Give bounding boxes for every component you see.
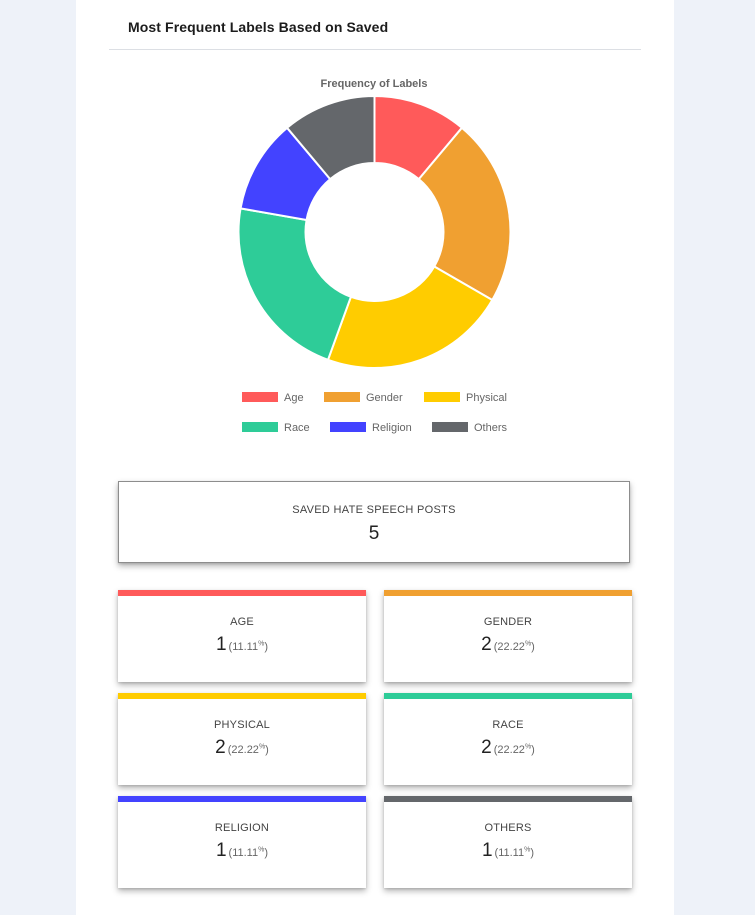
stat-value-line: 1 (11.11%) — [384, 840, 632, 862]
legend-swatch — [242, 422, 278, 432]
stat-count: 1 — [215, 840, 227, 861]
saved-posts-label: SAVED HATE SPEECH POSTS — [292, 504, 456, 516]
stat-count: 2 — [215, 737, 226, 758]
legend-item-age[interactable]: Age — [242, 392, 304, 404]
stat-percent: (11.11%) — [228, 640, 269, 653]
stat-count: 2 — [481, 737, 492, 758]
slice-race[interactable] — [237, 207, 353, 362]
legend-label: Race — [284, 422, 310, 434]
stat-label: PHYSICAL — [213, 719, 270, 731]
legend-label: Gender — [366, 392, 403, 404]
legend-item-gender[interactable]: Gender — [324, 392, 403, 404]
legend-item-others[interactable]: Others — [432, 422, 508, 434]
legend-label: Religion — [372, 422, 412, 434]
stat-percent: (22.22%) — [493, 640, 535, 653]
legend-label: Age — [284, 392, 304, 404]
legend-item-religion[interactable]: Religion — [330, 422, 412, 434]
chart-title: Frequency of Labels — [321, 78, 428, 90]
stat-value-line: 2 (22.22%) — [384, 737, 632, 759]
stat-label: OTHERS — [484, 822, 532, 834]
stat-count: 1 — [215, 634, 227, 655]
legend-swatch — [242, 392, 278, 402]
stat-label: RELIGION — [214, 822, 270, 834]
stat-count: 2 — [481, 634, 492, 655]
stat-value-line: 2 (22.22%) — [118, 737, 366, 759]
stat-percent: (11.11%) — [494, 846, 535, 859]
legend-swatch — [330, 422, 366, 432]
stat-count: 1 — [481, 840, 493, 861]
frequency-donut-chart: Frequency of Labels Age Gender Physical Rac… — [237, 78, 512, 434]
stat-percent: (22.22%) — [227, 743, 269, 756]
legend-label: Physical — [466, 392, 507, 404]
stat-card-others: OTHERS 1 (11.11%) — [384, 796, 632, 888]
stat-card-physical: PHYSICAL 2 (22.22%) — [118, 693, 366, 785]
stat-value-line: 1 (11.11%) — [118, 634, 366, 656]
stat-card-race: RACE 2 (22.22%) — [384, 693, 632, 785]
stat-label: RACE — [492, 719, 524, 731]
saved-posts-card: SAVED HATE SPEECH POSTS 5 — [118, 481, 630, 563]
stat-percent: (22.22%) — [493, 743, 535, 756]
saved-posts-count: 5 — [368, 523, 380, 544]
labels-panel: Most Frequent Labels Based on Saved Freq… — [76, 0, 674, 915]
stat-value-line: 1 (11.11%) — [118, 840, 366, 862]
legend-swatch — [432, 422, 468, 432]
stat-card-age: AGE 1 (11.11%) — [118, 590, 366, 682]
legend-item-physical[interactable]: Physical — [424, 392, 507, 404]
stat-label: AGE — [230, 616, 254, 628]
stat-card-gender: GENDER 2 (22.22%) — [384, 590, 632, 682]
legend-item-race[interactable]: Race — [242, 422, 310, 434]
legend-label: Others — [474, 422, 508, 434]
legend-swatch — [424, 392, 460, 402]
stat-label: GENDER — [483, 616, 533, 628]
stat-value-line: 2 (22.22%) — [384, 634, 632, 656]
stat-card-religion: RELIGION 1 (11.11%) — [118, 796, 366, 888]
legend-swatch — [324, 392, 360, 402]
stat-percent: (11.11%) — [228, 846, 269, 859]
